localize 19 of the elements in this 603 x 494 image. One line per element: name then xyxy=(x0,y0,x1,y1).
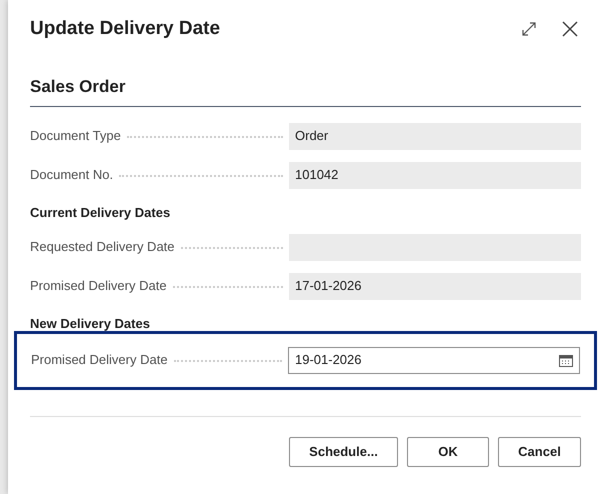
input-field[interactable]: 101042 xyxy=(289,162,581,188)
close-icon[interactable] xyxy=(561,20,579,38)
field-label: Promised Delivery Date xyxy=(30,277,167,296)
cancel-button[interactable]: Cancel xyxy=(498,436,581,466)
field-label: Document Type xyxy=(30,127,121,146)
group-heading: Current Delivery Dates xyxy=(30,204,172,222)
group-heading: New Delivery Dates xyxy=(30,315,151,333)
expand-icon[interactable] xyxy=(521,21,537,37)
input-field[interactable]: Order xyxy=(289,122,581,150)
dialog-title: Update Delivery Date xyxy=(30,16,220,41)
ok-button[interactable]: OK xyxy=(407,436,489,466)
input-field[interactable]: 17-01-2026 xyxy=(289,272,581,300)
input-field[interactable]: 19-01-2026 xyxy=(288,346,580,374)
schedule-button[interactable]: Schedule... xyxy=(289,436,398,466)
field-label: Requested Delivery Date xyxy=(30,238,175,256)
section-title: Sales Order xyxy=(30,74,581,106)
field-label: Promised Delivery Date xyxy=(31,351,168,370)
field-label: Document No. xyxy=(30,166,114,184)
calendar-icon[interactable] xyxy=(559,354,573,366)
